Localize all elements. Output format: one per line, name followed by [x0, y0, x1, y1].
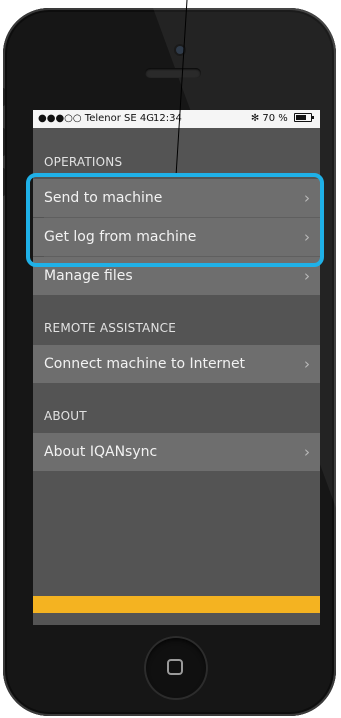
callout-line: [175, 0, 188, 177]
home-button[interactable]: [144, 636, 208, 700]
home-square-icon: [167, 659, 183, 675]
highlight-callout-box: [26, 173, 324, 267]
